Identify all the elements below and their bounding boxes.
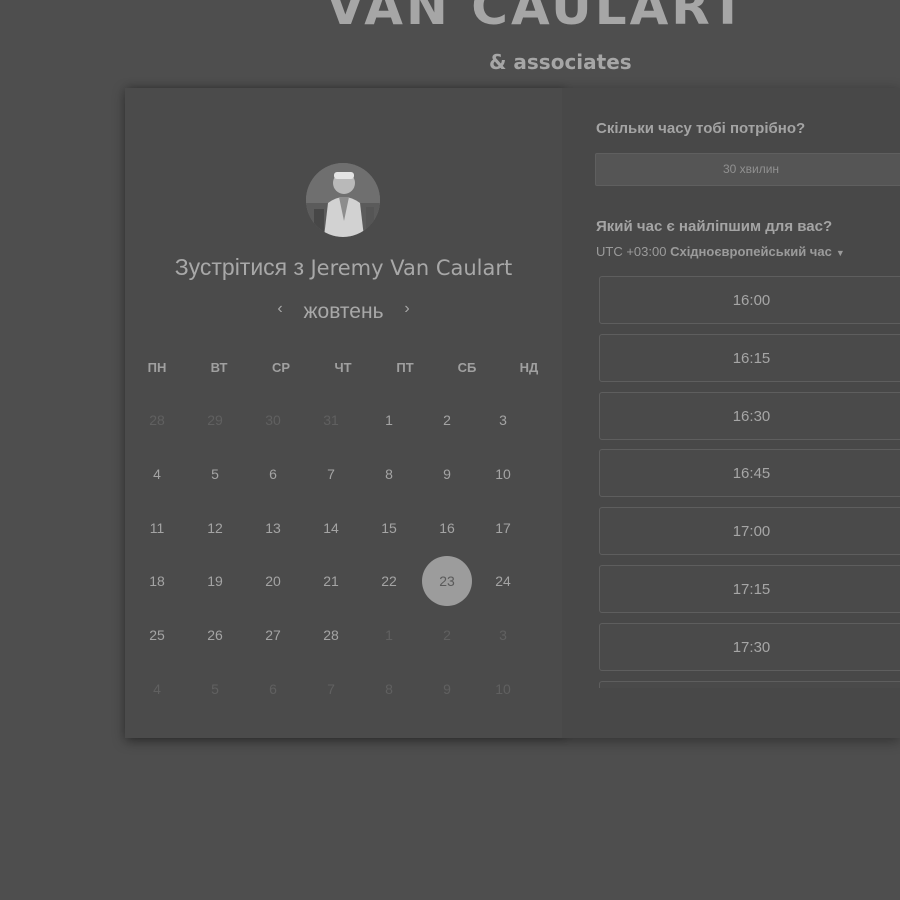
calendar-day[interactable]: 4 [132,449,182,499]
calendar-day[interactable]: 21 [306,556,356,606]
calendar-day[interactable]: 15 [364,503,414,553]
time-slot-button[interactable]: 16:15 [599,333,900,382]
calendar-day[interactable]: 8 [364,449,414,499]
weekday-label: ВТ [210,360,228,375]
calendar-day: 1 [385,627,393,644]
calendar-day[interactable]: 27 [248,610,298,660]
calendar-day: 6 [269,681,277,697]
calendar-day[interactable]: 12 [190,503,240,553]
weekday-label: СБ [457,360,477,375]
time-slot-button[interactable] [599,680,900,688]
calendar-day[interactable]: 19 [190,556,240,606]
time-slot-button[interactable]: 17:15 [599,565,900,613]
calendar-day[interactable]: 9 [422,449,472,499]
calendar-day[interactable]: 2 [422,395,472,445]
time-slot-list[interactable]: 16:00 16:15 16:30 16:45 17:00 17:15 17:30 [599,276,900,688]
time-question: Який час є найліпшим для вас? [596,218,833,235]
calendar-day[interactable]: 1 [364,395,414,445]
calendar-day: 28 [149,412,165,428]
calendar-day: 3 [499,627,507,644]
meeting-prefix: Зустрітися з [174,254,311,280]
calendar-day: 30 [265,412,281,428]
time-slot-button[interactable]: 16:45 [599,449,900,498]
calendar-day[interactable]: 6 [248,449,298,499]
booking-panel: Скільки часу тобі потрібно? 30 хвилин Як… [562,88,900,738]
calendar-panel: Зустрітися з Jeremy Van Caulart ‹ жовтен… [125,88,562,738]
calendar-day[interactable]: 24 [478,556,528,606]
avatar [306,163,380,237]
meeting-title: Зустрітися з Jeremy Van Caulart [125,254,562,281]
host-name: Jeremy Van Caulart [310,256,513,280]
weekday-label: СР [271,360,291,375]
calendar-day[interactable]: 18 [132,556,182,606]
timezone-name: Східноєвропейський час [670,244,832,259]
time-slot-button[interactable]: 16:30 [599,391,900,440]
timezone-offset: UTC +03:00 [596,244,667,259]
calendar-day: 29 [207,412,223,428]
duration-question: Скільки часу тобі потрібно? [596,120,806,137]
calendar-day-selected[interactable]: 23 [422,556,472,607]
calendar-day[interactable]: 25 [132,610,182,660]
time-slot-button[interactable]: 16:00 [599,276,900,324]
calendar-day[interactable]: 16 [422,503,472,553]
calendar-day: 5 [211,681,219,697]
calendar-day: 31 [323,412,339,428]
calendar-day[interactable]: 14 [306,503,356,553]
brand-subtitle: & associates [489,50,632,74]
chevron-right-icon[interactable]: › [397,300,417,324]
weekday-label: НД [519,360,539,375]
chevron-left-icon[interactable]: ‹ [270,300,290,324]
time-slot-button[interactable]: 17:30 [599,622,900,671]
weekday-label: ПН [147,360,167,375]
calendar-day[interactable]: 26 [190,610,240,660]
calendar-day[interactable]: 3 [478,395,528,445]
brand-header: VAN CAULART & associates [0,0,900,85]
month-navigation: ‹ жовтень › [125,298,562,328]
duration-select[interactable]: 30 хвилин [595,153,900,186]
calendar-day: 8 [385,681,393,697]
weekday-label: ЧТ [334,360,352,375]
calendar-day[interactable]: 17 [478,503,528,553]
calendar-day: 7 [327,681,335,697]
calendar-day: 4 [153,681,161,697]
calendar-day[interactable]: 28 [306,610,356,660]
brand-name: VAN CAULART [326,0,748,36]
calendar-day[interactable]: 11 [132,503,182,553]
calendar-day[interactable]: 22 [364,556,414,606]
scheduler-card: Зустрітися з Jeremy Van Caulart ‹ жовтен… [125,88,900,738]
calendar-day: 2 [443,627,451,644]
calendar-day[interactable]: 10 [478,449,528,499]
calendar-day[interactable]: 7 [306,449,356,499]
month-label: жовтень [303,300,384,323]
calendar-day: 10 [495,681,511,697]
calendar-day[interactable]: 13 [248,503,298,553]
time-slot-button[interactable]: 17:00 [599,507,900,556]
caret-down-icon: ▼ [835,248,845,258]
calendar-day: 9 [443,681,451,697]
weekday-label: ПТ [396,360,414,375]
calendar-day[interactable]: 20 [248,556,298,606]
timezone-select[interactable]: UTC +03:00 Східноєвропейський час ▼ [596,244,845,259]
calendar-day[interactable]: 5 [190,449,240,499]
